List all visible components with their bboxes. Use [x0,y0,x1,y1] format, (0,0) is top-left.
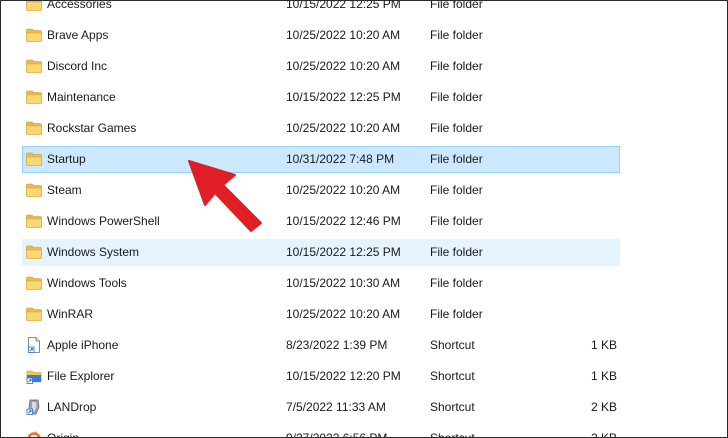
file-date-modified: 10/15/2022 10:30 AM [286,276,401,290]
file-type: File folder [430,28,483,42]
file-row[interactable]: WinRAR 10/25/2022 10:20 AM File folder [22,301,620,328]
file-row[interactable]: Apple iPhone 8/23/2022 1:39 PM Shortcut 1 K… [22,332,620,359]
file-type: Shortcut [430,369,475,383]
file-type: File folder [430,59,483,73]
file-name: Brave Apps [47,28,109,42]
file-row[interactable]: Steam 10/25/2022 10:20 AM File folder [22,177,620,204]
file-size [563,209,617,234]
file-name: Accessories [47,0,112,11]
file-name: Maintenance [47,90,116,104]
file-size [563,302,617,327]
file-date-modified: 10/15/2022 12:46 PM [286,214,401,228]
file-type: Shortcut [430,338,475,352]
file-date-modified: 10/15/2022 12:25 PM [286,90,401,104]
file-name: Apple iPhone [47,338,119,352]
origin-shortcut-icon [26,426,44,437]
file-row[interactable]: Windows System 10/15/2022 12:25 PM File fo… [22,239,620,266]
file-row[interactable]: Windows Tools 10/15/2022 10:30 AM File fol… [22,270,620,297]
file-date-modified: 9/27/2022 6:56 PM [286,431,388,438]
file-row[interactable]: File Explorer 10/15/2022 12:20 PM Shortcut… [22,363,620,390]
file-name: Steam [47,183,82,197]
file-name: Windows PowerShell [47,214,160,228]
file-row[interactable]: Origin 9/27/2022 6:56 PM Shortcut 2 KB [22,425,620,438]
file-row[interactable]: Brave Apps 10/25/2022 10:20 AM File folder [22,22,620,49]
file-explorer-shortcut-icon [26,364,44,389]
file-date-modified: 10/15/2022 12:20 PM [286,369,401,383]
folder-icon [26,271,44,296]
folder-icon [26,54,44,79]
file-row[interactable]: LANDrop 7/5/2022 11:33 AM Shortcut 2 KB [22,394,620,421]
file-size [563,178,617,203]
folder-icon [26,85,44,110]
file-row[interactable]: Startup 10/31/2022 7:48 PM File folder [22,146,620,173]
file-size [563,54,617,79]
file-type: File folder [430,307,483,321]
file-date-modified: 10/25/2022 10:20 AM [286,183,401,197]
file-date-modified: 7/5/2022 11:33 AM [286,400,386,414]
landrop-shortcut-icon [26,395,44,420]
file-name: Origin [47,431,80,438]
file-name: LANDrop [47,400,97,414]
shortcut-file-icon [26,333,44,358]
file-size [563,271,617,296]
file-size [563,85,617,110]
file-size [563,23,617,48]
file-row[interactable]: Rockstar Games 10/25/2022 10:20 AM File fo… [22,115,620,142]
file-type: Shortcut [430,431,475,438]
file-date-modified: 10/31/2022 7:48 PM [286,152,395,166]
file-size [563,240,617,265]
file-type: File folder [430,245,483,259]
file-size [563,1,617,17]
file-explorer-list-frame: Accessories 10/15/2022 12:25 PM File folde… [0,0,728,438]
folder-icon [26,178,44,203]
folder-icon [26,23,44,48]
folder-icon [26,240,44,265]
folder-icon [26,147,44,172]
file-row[interactable]: Accessories 10/15/2022 12:25 PM File folde… [22,0,620,18]
file-row[interactable]: Windows PowerShell 10/15/2022 12:46 PM Fil… [22,208,620,235]
file-size: 1 KB [590,338,617,352]
file-date-modified: 8/23/2022 1:39 PM [286,338,388,352]
file-date-modified: 10/25/2022 10:20 AM [286,28,401,42]
folder-icon [26,302,44,327]
file-size [563,116,617,141]
file-date-modified: 10/15/2022 12:25 PM [286,0,401,11]
file-date-modified: 10/25/2022 10:20 AM [286,59,401,73]
file-size [563,147,617,172]
file-name: Rockstar Games [47,121,137,135]
folder-icon [26,1,44,17]
file-type: File folder [430,90,483,104]
file-type: File folder [430,121,483,135]
folder-icon [26,116,44,141]
file-size: 2 KB [590,400,617,414]
file-date-modified: 10/25/2022 10:20 AM [286,121,401,135]
file-type: File folder [430,276,483,290]
file-name: Windows Tools [47,276,127,290]
file-type: Shortcut [430,400,475,414]
file-date-modified: 10/15/2022 12:25 PM [286,245,401,259]
file-name: Windows System [47,245,140,259]
file-date-modified: 10/25/2022 10:20 AM [286,307,401,321]
file-type: File folder [430,152,483,166]
file-size: 2 KB [590,431,617,438]
file-row[interactable]: Maintenance 10/15/2022 12:25 PM File folde… [22,84,620,111]
file-type: File folder [430,0,483,11]
file-type: File folder [430,214,483,228]
file-name: Discord Inc [47,59,108,73]
file-name: File Explorer [47,369,115,383]
file-row[interactable]: Discord Inc 10/25/2022 10:20 AM File folde… [22,53,620,80]
folder-icon [26,209,44,234]
file-name: WinRAR [47,307,94,321]
file-size: 1 KB [590,369,617,383]
file-type: File folder [430,183,483,197]
file-name: Startup [47,152,86,166]
